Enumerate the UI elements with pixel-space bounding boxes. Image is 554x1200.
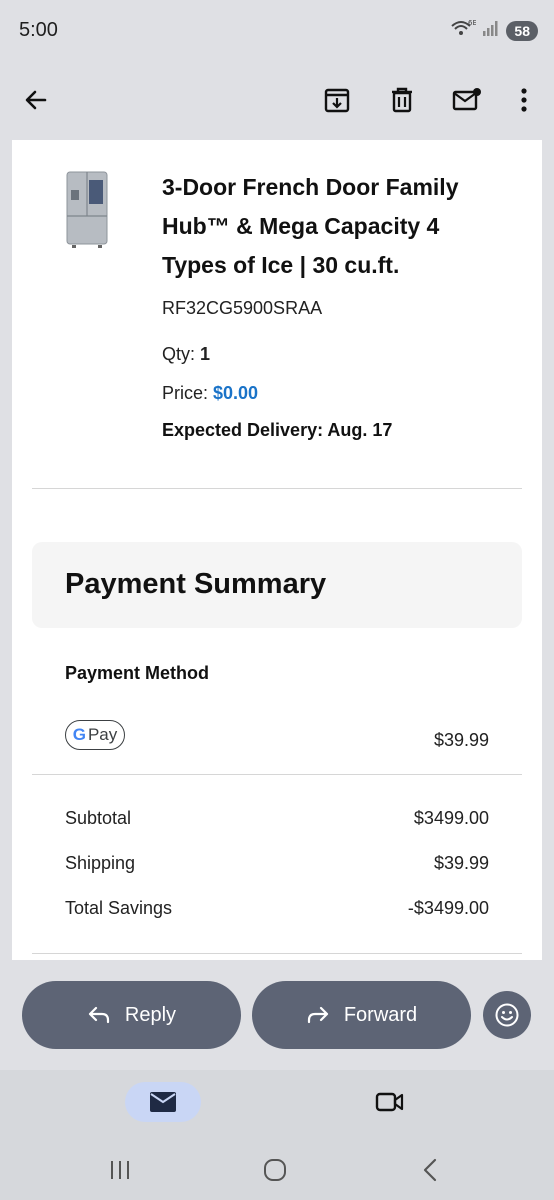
emoji-icon bbox=[495, 1003, 519, 1027]
mark-unread-button[interactable] bbox=[447, 80, 487, 120]
mail-tab[interactable] bbox=[125, 1082, 201, 1122]
product-price: Price: $0.00 bbox=[162, 383, 258, 404]
battery-indicator: 58 bbox=[506, 20, 538, 41]
reply-action-bar: Reply Forward bbox=[0, 960, 554, 1070]
product-sku: RF32CG5900SRAA bbox=[162, 298, 323, 318]
bottom-navigation bbox=[0, 1070, 554, 1140]
payment-summary-header: Payment Summary bbox=[32, 542, 522, 628]
divider bbox=[32, 488, 522, 489]
google-pay-badge: G Pay bbox=[65, 720, 125, 750]
recents-icon bbox=[111, 1161, 129, 1179]
emoji-reaction-button[interactable] bbox=[483, 991, 531, 1039]
forward-icon bbox=[307, 1006, 328, 1024]
mark-unread-icon bbox=[452, 88, 481, 111]
meet-tab[interactable] bbox=[370, 1086, 410, 1118]
back-arrow-icon bbox=[25, 90, 47, 110]
more-options-button[interactable] bbox=[504, 80, 544, 120]
google-g-logo: G bbox=[72, 725, 86, 744]
divider bbox=[32, 953, 522, 954]
system-navigation bbox=[0, 1140, 554, 1200]
more-vert-icon bbox=[521, 88, 527, 112]
total-savings-label: Total Savings bbox=[65, 898, 173, 918]
price-value: $0.00 bbox=[213, 383, 259, 403]
recents-button[interactable] bbox=[100, 1152, 140, 1188]
chevron-left-icon bbox=[423, 1158, 437, 1182]
system-back-button[interactable] bbox=[410, 1152, 450, 1188]
qty-label: Qty: bbox=[162, 344, 201, 364]
payment-method-amount: $39.99 bbox=[433, 730, 489, 750]
status-time: 5:00 bbox=[19, 19, 58, 41]
video-icon bbox=[375, 1092, 404, 1112]
home-icon bbox=[264, 1159, 286, 1181]
price-label: Price: bbox=[162, 383, 214, 403]
trash-icon bbox=[392, 87, 412, 113]
payment-method-label: Payment Method bbox=[65, 663, 210, 683]
signal-icon bbox=[482, 19, 500, 42]
mail-icon bbox=[150, 1092, 176, 1112]
wifi-icon: 6E bbox=[450, 18, 477, 43]
home-button[interactable] bbox=[255, 1152, 295, 1188]
expected-delivery: Expected Delivery: Aug. 17 bbox=[162, 420, 393, 440]
subtotal-value: $3499.00 bbox=[413, 808, 489, 828]
shipping-label: Shipping bbox=[65, 853, 136, 873]
status-icons: 6E 58 bbox=[450, 18, 538, 43]
status-bar: 5:00 6E 58 bbox=[0, 0, 554, 62]
delete-button[interactable] bbox=[382, 80, 422, 120]
back-button[interactable] bbox=[16, 80, 56, 120]
email-body: 3-Door French Door Family Hub™ & Mega Ca… bbox=[12, 140, 542, 960]
total-savings-value: -$3499.00 bbox=[407, 898, 489, 918]
network-label: 6E bbox=[468, 19, 476, 27]
reply-button[interactable]: Reply bbox=[22, 981, 241, 1049]
email-toolbar bbox=[0, 62, 554, 140]
divider bbox=[32, 774, 522, 775]
pay-text: Pay bbox=[87, 725, 118, 744]
subtotal-label: Subtotal bbox=[65, 808, 132, 828]
payment-summary-title: Payment Summary bbox=[65, 568, 327, 600]
shipping-value: $39.99 bbox=[433, 853, 489, 873]
product-qty: Qty: 1 bbox=[162, 344, 210, 365]
refrigerator-image bbox=[64, 170, 110, 250]
reply-label: Reply bbox=[124, 1003, 177, 1026]
reply-icon bbox=[88, 1006, 110, 1024]
forward-button[interactable]: Forward bbox=[252, 981, 471, 1049]
forward-label: Forward bbox=[343, 1003, 418, 1026]
archive-icon bbox=[324, 88, 350, 113]
product-title: 3-Door French Door Family Hub™ & Mega Ca… bbox=[162, 174, 459, 278]
archive-button[interactable] bbox=[317, 80, 357, 120]
qty-value: 1 bbox=[200, 344, 211, 364]
